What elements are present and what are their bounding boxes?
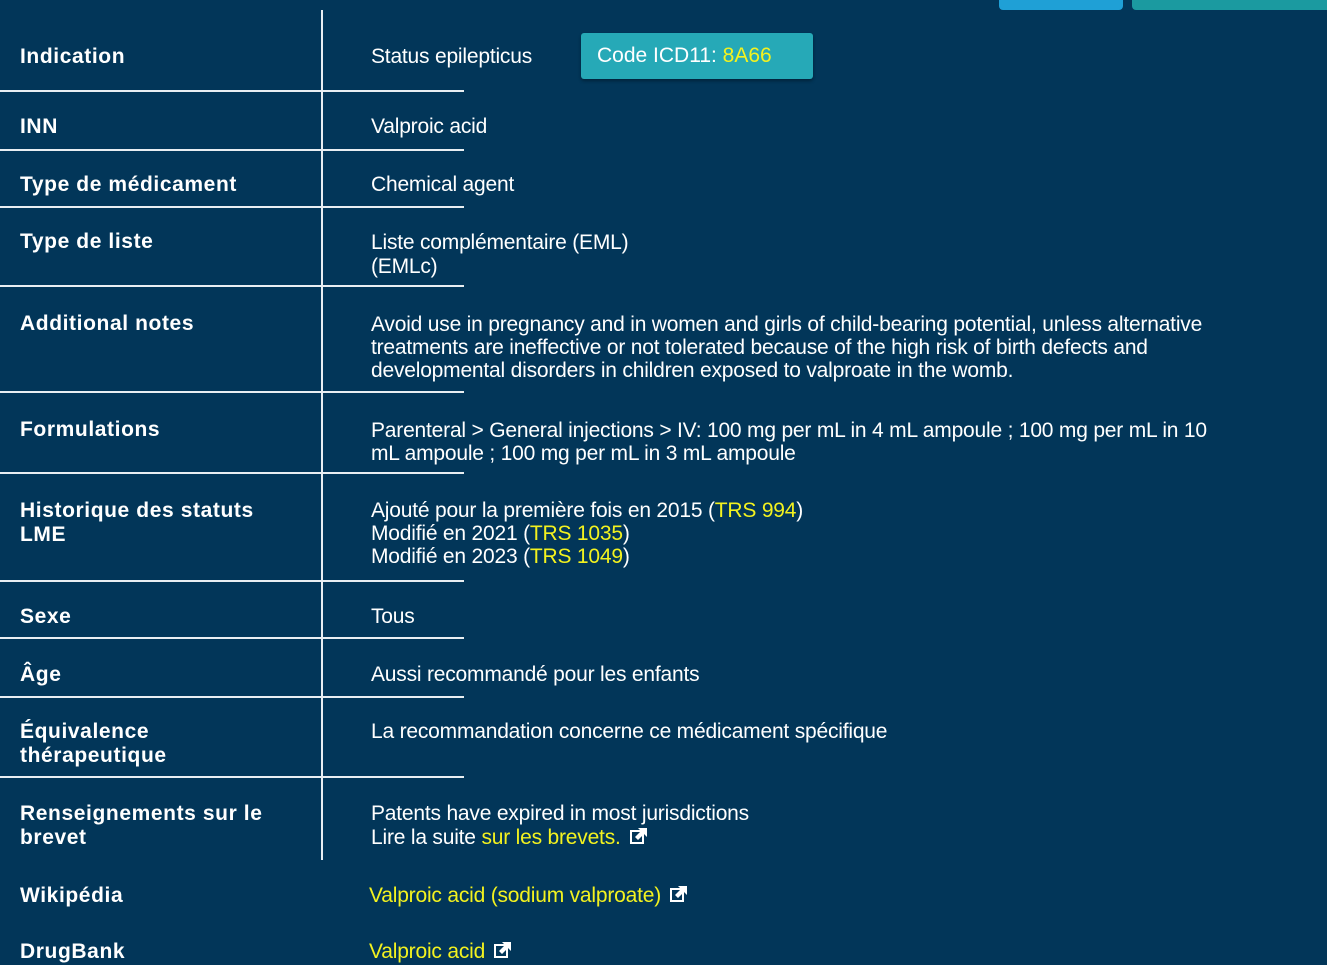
patent-label-line-1: Renseignements sur le (20, 802, 263, 825)
history-value: Ajouté pour la première fois en 2015 (TR… (371, 499, 1326, 568)
row-divider (0, 149, 464, 151)
drugbank-link[interactable]: Valproic acid (369, 940, 485, 963)
notes-line: treatments are ineffective or not tolera… (371, 336, 1148, 359)
row-divider (0, 580, 464, 582)
patent-read-more-text: Lire la suite (371, 826, 482, 849)
patent-value: Patents have expired in most jurisdictio… (371, 802, 1326, 850)
wikipedia-link[interactable]: Valproic acid (sodium valproate) (369, 884, 661, 907)
top-action-button-2[interactable] (1132, 0, 1327, 10)
wikipedia-label: Wikipédia (20, 884, 124, 907)
history-label-line-1: Historique des statuts (20, 499, 254, 522)
indication-label: Indication (20, 45, 126, 68)
history-label: Historique des statuts LME (20, 499, 310, 547)
inn-value: Valproic acid (371, 115, 488, 138)
list-type-line-2: (EMLc) (371, 255, 438, 278)
inn-label: INN (20, 115, 58, 138)
medicine-type-label: Type de médicament (20, 173, 237, 196)
notes-label: Additional notes (20, 312, 195, 335)
history-label-line-2: LME (20, 523, 67, 546)
wikipedia-value: Valproic acid (sodium valproate) (369, 884, 1324, 908)
external-link-icon[interactable] (629, 826, 649, 846)
list-type-line-1: Liste complémentaire (EML) (371, 231, 629, 254)
patent-label: Renseignements sur le brevet (20, 802, 310, 850)
age-label: Âge (20, 663, 62, 686)
notes-line: Avoid use in pregnancy and in women and … (371, 313, 1203, 336)
external-link-icon[interactable] (669, 884, 689, 904)
history-entry: Modifié en 2021 (TRS 1035) (371, 522, 1326, 545)
icd-prefix: Code ICD11: (597, 44, 723, 67)
row-divider (0, 90, 464, 92)
age-value: Aussi recommandé pour les enfants (371, 663, 700, 686)
sex-label: Sexe (20, 605, 72, 628)
history-entry: Ajouté pour la première fois en 2015 (TR… (371, 499, 1326, 522)
row-divider (0, 206, 464, 208)
history-entry: Modifié en 2023 (TRS 1049) (371, 545, 1326, 568)
equivalence-label: Équivalence thérapeutique (20, 720, 310, 768)
row-divider (0, 391, 464, 393)
history-entry-close: ) (622, 522, 630, 545)
history-entry-text: Ajouté pour la première fois en 2015 ( (371, 499, 715, 522)
list-type-label: Type de liste (20, 230, 154, 253)
formulations-line: Parenteral > General injections > IV: 10… (371, 419, 1207, 442)
notes-line: developmental disorders in children expo… (371, 359, 1014, 382)
icd-code-badge[interactable]: Code ICD11: 8A66 (581, 33, 813, 79)
row-divider (0, 637, 464, 639)
drugbank-value: Valproic acid (369, 940, 1324, 964)
formulations-label: Formulations (20, 418, 161, 441)
formulations-line: mL ampoule ; 100 mg per mL in 3 mL ampou… (371, 442, 796, 465)
drugbank-label: DrugBank (20, 940, 126, 963)
history-entry-close: ) (622, 545, 630, 568)
history-entry-close: ) (796, 499, 804, 522)
trs-1035-link[interactable]: TRS 1035 (530, 522, 623, 545)
row-divider (0, 472, 464, 474)
equivalence-label-line-2: thérapeutique (20, 744, 167, 767)
formulations-value: Parenteral > General injections > IV: 10… (371, 419, 1326, 465)
equivalence-value: La recommandation concerne ce médicament… (371, 720, 888, 743)
icd-code: 8A66 (722, 44, 772, 67)
patent-line-2: Lire la suite sur les brevets. (371, 826, 1326, 850)
indication-value: Status epilepticus (371, 45, 532, 68)
external-link-icon[interactable] (493, 940, 513, 960)
history-entry-text: Modifié en 2023 ( (371, 545, 530, 568)
list-type-value: Liste complémentaire (EML) (EMLc) (371, 231, 1326, 279)
top-action-button-1[interactable] (999, 0, 1123, 10)
trs-994-link[interactable]: TRS 994 (715, 499, 797, 522)
equivalence-label-line-1: Équivalence (20, 720, 150, 743)
patent-line-1: Patents have expired in most jurisdictio… (371, 802, 749, 825)
patents-link[interactable]: sur les brevets. (481, 826, 620, 849)
notes-value: Avoid use in pregnancy and in women and … (371, 313, 1326, 382)
trs-1049-link[interactable]: TRS 1049 (530, 545, 623, 568)
row-divider (0, 696, 464, 698)
column-divider-top (321, 10, 323, 91)
sex-value: Tous (371, 605, 415, 628)
patent-label-line-2: brevet (20, 826, 87, 849)
row-divider (0, 776, 464, 778)
medicine-type-value: Chemical agent (371, 173, 515, 196)
history-entry-text: Modifié en 2021 ( (371, 522, 530, 545)
row-divider (0, 285, 464, 287)
